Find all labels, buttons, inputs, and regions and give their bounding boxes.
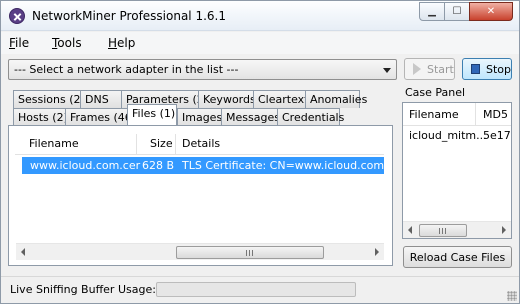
column-size[interactable]: Size: [150, 137, 173, 150]
menu-help[interactable]: Help: [108, 36, 135, 50]
tab-messages[interactable]: Messages: [221, 108, 280, 126]
tab-sessions[interactable]: Sessions (2): [13, 90, 85, 108]
title-bar[interactable]: NetworkMiner Professional 1.6.1 ▁ ☐ ✕: [1, 1, 519, 31]
column-filename[interactable]: Filename: [29, 137, 79, 150]
menu-tools[interactable]: Tools: [52, 36, 82, 50]
tab-dns[interactable]: DNS: [80, 90, 122, 108]
buffer-usage-progress: [156, 282, 356, 297]
tab-frames[interactable]: Frames (46): [65, 108, 136, 126]
reload-case-files-button[interactable]: Reload Case Files: [403, 246, 512, 268]
cell-details: TLS Certificate: CN=www.icloud.com, O=w: [182, 159, 384, 172]
scroll-right-icon[interactable]: [502, 226, 506, 234]
cell-size: 628 B: [142, 159, 175, 172]
play-icon: [413, 63, 421, 75]
case-column-filename[interactable]: Filename: [409, 108, 459, 121]
scrollbar-thumb[interactable]: [419, 224, 467, 237]
stop-button-label: Stop: [485, 62, 511, 76]
scroll-left-icon[interactable]: [408, 226, 412, 234]
network-adapter-select[interactable]: --- Select a network adapter in the list…: [8, 59, 397, 80]
tab-anomalies[interactable]: Anomalies: [305, 90, 367, 108]
column-details[interactable]: Details: [182, 137, 220, 150]
status-bar: Live Sniffing Buffer Usage:: [1, 276, 519, 303]
menu-bar: File Tools Help: [1, 32, 519, 54]
files-horizontal-scrollbar[interactable]: [16, 243, 384, 260]
scrollbar-thumb[interactable]: [176, 246, 324, 259]
tab-files[interactable]: Files (1): [127, 104, 177, 125]
buffer-usage-label: Live Sniffing Buffer Usage:: [10, 283, 156, 296]
tab-hosts[interactable]: Hosts (2): [13, 108, 68, 126]
main-window: NetworkMiner Professional 1.6.1 ▁ ☐ ✕ Fi…: [0, 0, 520, 304]
cell-filename: www.icloud.com.cer: [30, 159, 141, 172]
close-icon[interactable]: ✕: [469, 2, 513, 21]
tab-keywords[interactable]: Keywords: [198, 90, 256, 108]
chevron-down-icon: [383, 68, 391, 73]
tab-credentials[interactable]: Credentials: [277, 108, 344, 126]
stop-button[interactable]: Stop: [462, 58, 512, 80]
maximize-icon[interactable]: ☐: [444, 2, 470, 21]
menu-file[interactable]: File: [9, 36, 29, 50]
stop-icon: [471, 64, 480, 74]
network-adapter-select-value: --- Select a network adapter in the list…: [14, 63, 239, 76]
case-panel-list: Filename MD5 icloud_mitm... 5e17: [402, 102, 512, 239]
scroll-right-icon[interactable]: [375, 248, 379, 256]
minimize-icon[interactable]: ▁: [419, 2, 445, 21]
case-panel-title: Case Panel: [405, 86, 466, 99]
case-file-name: icloud_mitm...: [409, 129, 487, 142]
resize-grip-icon[interactable]: [507, 291, 517, 301]
case-file-md5: 5e17: [483, 129, 511, 142]
start-button[interactable]: Start: [404, 58, 455, 80]
case-column-md5[interactable]: MD5: [483, 108, 508, 121]
networkminer-logo-icon: [9, 8, 25, 24]
start-button-label: Start: [427, 62, 454, 76]
list-item[interactable]: icloud_mitm... 5e17: [403, 127, 511, 144]
table-row[interactable]: www.icloud.com.cer 628 B TLS Certificate…: [22, 157, 384, 174]
scroll-left-icon[interactable]: [21, 248, 25, 256]
tab-cleartext[interactable]: Cleartext: [253, 90, 308, 108]
case-horizontal-scrollbar[interactable]: [403, 221, 511, 238]
files-table-header: Filename Size Details: [15, 134, 384, 155]
tab-images[interactable]: Images: [177, 108, 222, 126]
window-title: NetworkMiner Professional 1.6.1: [32, 9, 226, 23]
window-controls: ▁ ☐ ✕: [419, 2, 513, 21]
